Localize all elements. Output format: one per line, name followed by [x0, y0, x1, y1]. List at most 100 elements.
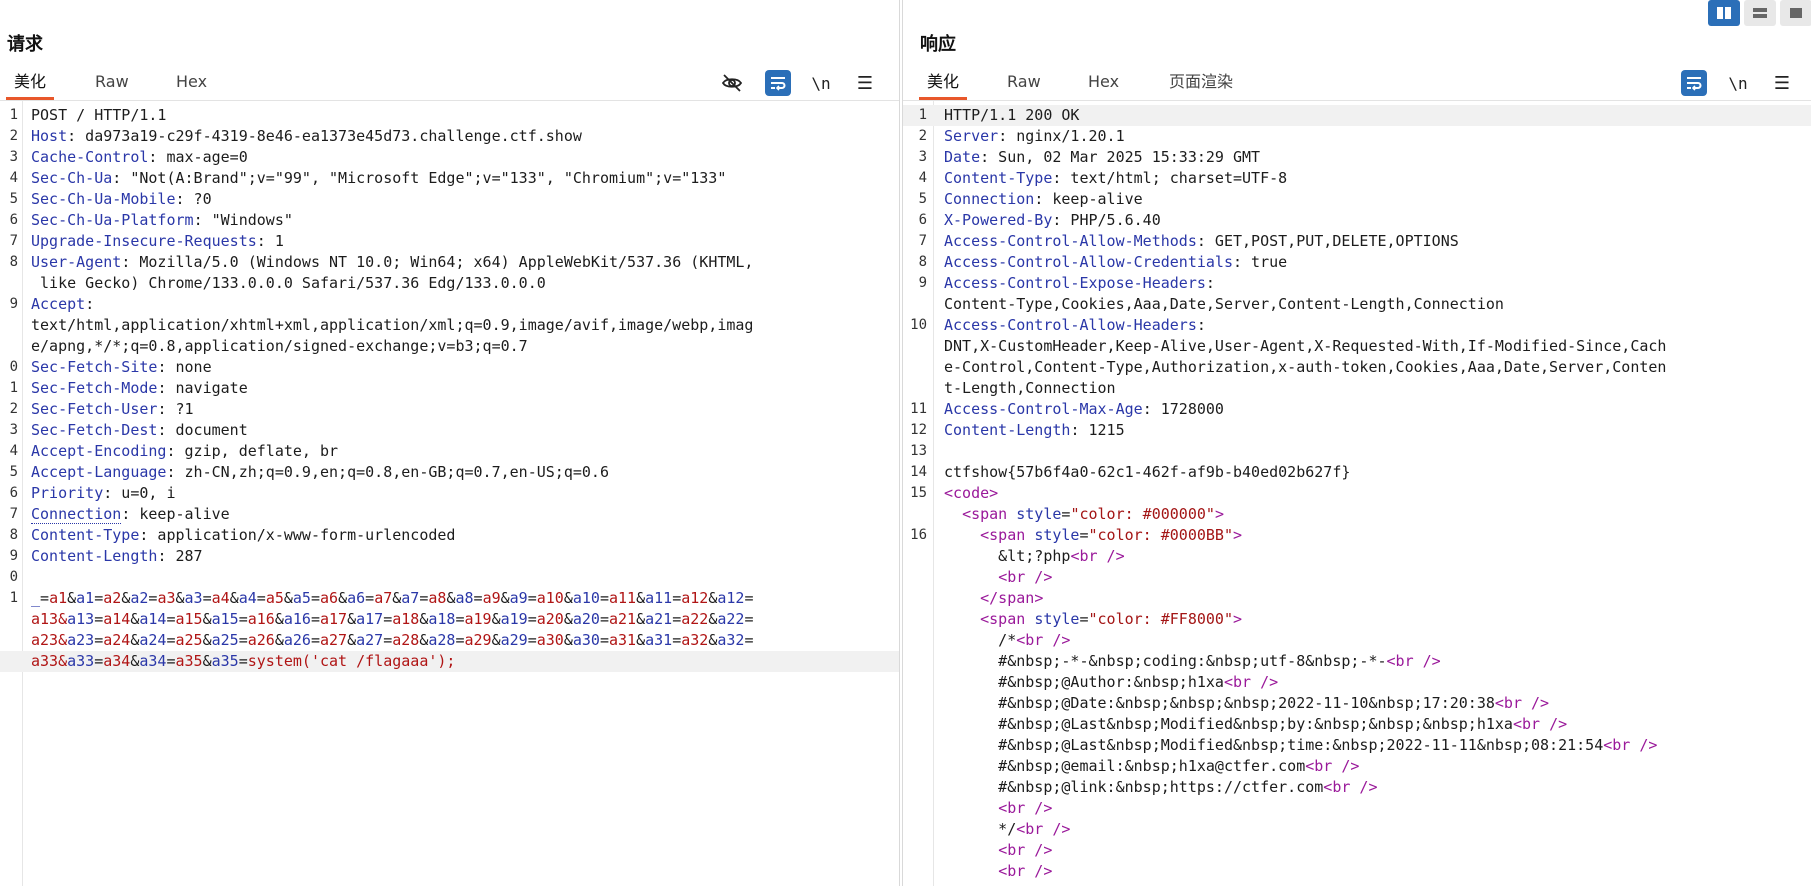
code-line: 9 Content-Length: 287 — [0, 546, 899, 567]
line-text: <br /> — [944, 840, 1804, 861]
code-line: t-Length,Connection — [903, 378, 1811, 399]
param-sep: & — [229, 589, 239, 607]
html-space — [1025, 526, 1034, 544]
param-sep: & — [67, 589, 77, 607]
line-text: X-Powered-By: PHP/5.6.40 — [944, 210, 1804, 231]
response-editor[interactable]: 1 HTTP/1.1 200 OK 2 Server: nginx/1.20.1 3 Da… — [903, 101, 1811, 886]
html-tag: <br — [1323, 778, 1351, 796]
code-line: 15 <code> — [903, 483, 1811, 504]
code-line: 7 Connection: keep-alive — [0, 504, 899, 525]
line-text: <code> — [944, 483, 1804, 504]
line-value: like Gecko) Chrome/133.0.0.0 Safari/537.… — [31, 274, 546, 292]
param-sep: & — [636, 631, 646, 649]
line-text: */<br /> — [944, 819, 1804, 840]
code-line: <span style="color: #000000"> — [903, 504, 1811, 525]
code-line: #&nbsp;@email:&nbsp;h1xa@ctfer.com<br /> — [903, 756, 1811, 777]
header-value: ?0 — [184, 190, 212, 208]
param-key: a5 — [292, 589, 311, 607]
code-line: 2 Host: da973a19-c29f-4319-8e46-ea1373e45… — [0, 126, 899, 147]
header-colon: : — [1034, 190, 1044, 208]
line-number: 1 — [918, 107, 927, 123]
header-name: Sec-Fetch-User — [31, 400, 158, 418]
line-text: ctfshow{57b6f4a0-62c1-462f-af9b-b40ed02b… — [944, 462, 1804, 483]
line-text: <br /> — [944, 798, 1804, 819]
param-sep: & — [392, 589, 402, 607]
header-value: max-age=0 — [157, 148, 248, 166]
newline-icon[interactable]: \n — [808, 70, 834, 96]
request-tabbar: 美化 Raw Hex \n ☰ — [0, 64, 899, 101]
request-editor[interactable]: 1 POST / HTTP/1.1 2 Host: da973a19-c29f-431… — [0, 101, 899, 886]
menu-icon[interactable]: ☰ — [1769, 70, 1795, 96]
line-number: 7 — [9, 233, 18, 249]
code-line: #&nbsp;@Date:&nbsp;&nbsp;&nbsp;2022-11-1… — [903, 693, 1811, 714]
response-tab-pretty[interactable]: 美化 — [919, 70, 968, 100]
newline-icon[interactable]: \n — [1725, 70, 1751, 96]
line-text: Content-Type: text/html; charset=UTF-8 — [944, 168, 1804, 189]
line-number: 2 — [918, 128, 927, 144]
response-tab-hex[interactable]: Hex — [1080, 70, 1127, 98]
html-text — [944, 610, 980, 628]
html-tag: <br — [1386, 652, 1414, 670]
param-value: a19 — [464, 610, 492, 628]
html-text: #&nbsp;@email:&nbsp;h1xa@ctfer.com — [944, 757, 1306, 775]
header-name: Sec-Fetch-Site — [31, 358, 158, 376]
response-tab-render[interactable]: 页面渲染 — [1161, 70, 1241, 98]
param-eq: = — [383, 610, 393, 628]
param-key: a19 — [500, 610, 528, 628]
html-tag: > — [1034, 589, 1044, 607]
code-line: &lt;?php<br /> — [903, 546, 1811, 567]
layout-split-icon[interactable] — [1708, 0, 1740, 26]
header-colon: : — [1196, 316, 1206, 334]
param-eq: = — [94, 652, 104, 670]
header-colon: : — [175, 190, 185, 208]
param-value: a13& — [31, 610, 68, 628]
code-line: e-Control,Content-Type,Authorization,x-a… — [903, 357, 1811, 378]
line-number: 5 — [918, 191, 927, 207]
line-number: 8 — [918, 254, 927, 270]
line-text: Access-Control-Allow-Methods: GET,POST,P… — [944, 231, 1804, 252]
code-line: 3 Cache-Control: max-age=0 — [0, 147, 899, 168]
html-text: /* — [944, 631, 1017, 649]
header-value: GET,POST,PUT,DELETE,OPTIONS — [1205, 232, 1459, 250]
line-text: HTTP/1.1 200 OK — [944, 105, 1804, 126]
param-eq: = — [166, 631, 176, 649]
html-tag: <br — [1016, 820, 1044, 838]
html-text: #&nbsp;@Last&nbsp;Modified&nbsp;by:&nbsp… — [944, 715, 1513, 733]
line-number: 14 — [910, 464, 927, 480]
line-text: Host: da973a19-c29f-4319-8e46-ea1373e45d… — [31, 126, 891, 147]
param-eq: = — [365, 589, 375, 607]
line-text: Priority: u=0, i — [31, 483, 891, 504]
layout-rows-icon[interactable] — [1744, 0, 1776, 26]
param-value: a24 — [103, 631, 131, 649]
request-tab-pretty[interactable]: 美化 — [6, 70, 55, 100]
html-text: #&nbsp;@Last&nbsp;Modified&nbsp;time:&nb… — [944, 736, 1604, 754]
request-tab-hex[interactable]: Hex — [168, 70, 215, 98]
layout-single-icon[interactable] — [1780, 0, 1811, 26]
word-wrap-icon[interactable] — [765, 70, 791, 96]
line-text: _=a1&a1=a2&a2=a3&a3=a4&a4=a5&a5=a6&a6=a7… — [31, 588, 891, 609]
header-name: Server — [944, 127, 999, 145]
line-text: Accept: — [31, 294, 891, 315]
request-tab-raw[interactable]: Raw — [87, 70, 137, 98]
param-key: a9 — [509, 589, 528, 607]
header-name: Accept-Encoding — [31, 442, 167, 460]
line-number: 2 — [9, 401, 18, 417]
code-line: */<br /> — [903, 819, 1811, 840]
word-wrap-icon[interactable] — [1681, 70, 1707, 96]
code-line: a33&a33=a34&a34=a35&a35=system('cat /fla… — [0, 651, 899, 672]
response-title: 响应 — [920, 34, 956, 55]
header-name: Connection — [31, 505, 122, 524]
code-line: 4 Content-Type: text/html; charset=UTF-8 — [903, 168, 1811, 189]
param-value: a18 — [392, 610, 420, 628]
line-number: 5 — [9, 191, 18, 207]
header-name: Content-Type — [944, 169, 1053, 187]
menu-icon[interactable]: ☰ — [852, 70, 878, 96]
line-text: Sec-Ch-Ua-Platform: "Windows" — [31, 210, 891, 231]
line-value: e-Control,Content-Type,Authorization,x-a… — [944, 358, 1667, 376]
param-value: a34 — [103, 652, 131, 670]
eye-off-icon[interactable] — [719, 70, 745, 96]
param-eq: = — [383, 631, 393, 649]
html-string: "color: #FF8000" — [1088, 610, 1234, 628]
response-tab-raw[interactable]: Raw — [999, 70, 1049, 98]
param-value: a21 — [609, 610, 637, 628]
